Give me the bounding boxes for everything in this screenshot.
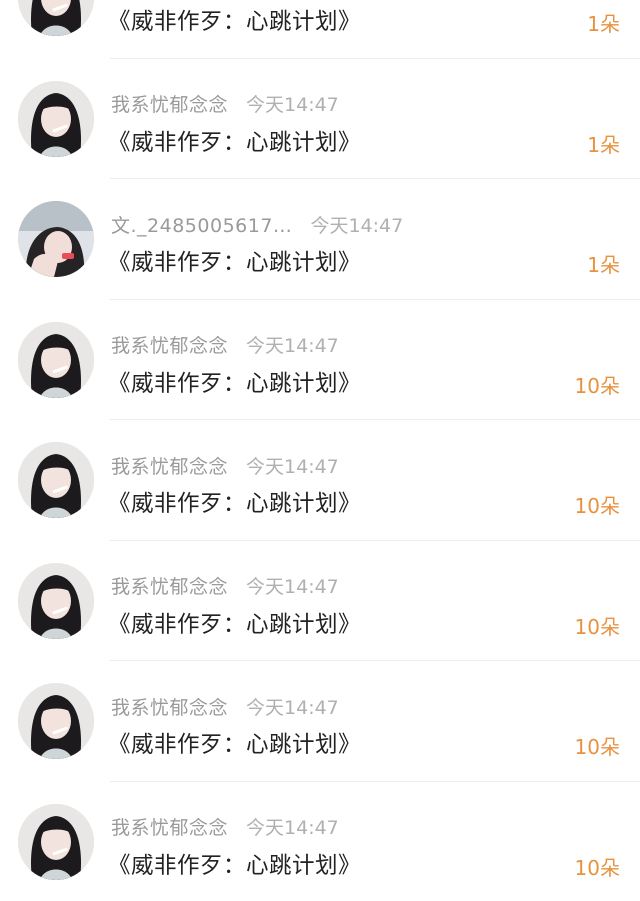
list-item[interactable]: 我系忧郁念念 今天14:47 《威非作歹：心跳计划》 10朵 xyxy=(0,661,640,782)
avatar-image xyxy=(18,201,94,277)
list-item[interactable]: 我系忧郁念念 今天14:47 《威非作歹：心跳计划》 10朵 xyxy=(0,420,640,541)
gift-title: 《威非作歹：心跳计划》 xyxy=(108,9,362,35)
gift-amount: 10朵 xyxy=(574,735,620,759)
avatar-image xyxy=(18,803,94,880)
avatar[interactable] xyxy=(18,562,94,639)
gift-record-list: 《威非作歹：心跳计划》 1朵 我系忧郁念念 今天14:47 《威非作歹：心跳计划… xyxy=(0,0,640,901)
avatar[interactable] xyxy=(18,0,94,36)
meta-line: 我系忧郁念念 今天14:47 xyxy=(111,89,339,119)
gift-amount: 1朵 xyxy=(587,253,620,277)
list-item[interactable]: 《威非作歹：心跳计划》 1朵 xyxy=(0,0,640,59)
avatar-image xyxy=(18,80,94,157)
timestamp: 今天14:47 xyxy=(310,214,404,237)
meta-line: 我系忧郁念念 今天14:47 xyxy=(111,812,339,842)
username[interactable]: 我系忧郁念念 xyxy=(111,572,228,599)
avatar[interactable] xyxy=(18,683,94,759)
username[interactable]: 我系忧郁念念 xyxy=(111,813,228,840)
avatar[interactable] xyxy=(18,803,94,880)
list-item[interactable]: 我系忧郁念念 今天14:47 《威非作歹：心跳计划》 1朵 xyxy=(0,59,640,179)
meta-line: 我系忧郁念念 今天14:47 xyxy=(111,571,339,601)
username[interactable]: 文._2485005617… xyxy=(111,211,292,238)
username[interactable]: 我系忧郁念念 xyxy=(111,452,228,479)
meta-line: 我系忧郁念念 今天14:47 xyxy=(111,330,339,360)
timestamp: 今天14:47 xyxy=(246,94,339,116)
avatar-image xyxy=(18,321,94,398)
timestamp: 今天14:47 xyxy=(246,335,339,357)
gift-title: 《威非作歹：心跳计划》 xyxy=(108,611,362,638)
gift-title: 《威非作歹：心跳计划》 xyxy=(108,129,362,156)
avatar[interactable] xyxy=(18,442,94,518)
username[interactable]: 我系忧郁念念 xyxy=(111,90,228,117)
gift-title: 《威非作歹：心跳计划》 xyxy=(108,250,362,276)
list-item[interactable]: 我系忧郁念念 今天14:47 《威非作歹：心跳计划》 10朵 xyxy=(0,782,640,901)
avatar[interactable] xyxy=(18,321,94,398)
avatar[interactable] xyxy=(18,80,94,157)
list-item[interactable]: 我系忧郁念念 今天14:47 《威非作歹：心跳计划》 10朵 xyxy=(0,300,640,420)
gift-title: 《威非作歹：心跳计划》 xyxy=(108,491,362,517)
gift-amount: 1朵 xyxy=(587,132,620,157)
timestamp: 今天14:47 xyxy=(246,817,339,839)
username[interactable]: 我系忧郁念念 xyxy=(111,331,228,358)
gift-amount: 10朵 xyxy=(574,855,620,880)
timestamp: 今天14:47 xyxy=(246,455,339,478)
list-item[interactable]: 我系忧郁念念 今天14:47 《威非作歹：心跳计划》 10朵 xyxy=(0,541,640,661)
avatar-image xyxy=(18,562,94,639)
meta-line: 我系忧郁念念 今天14:47 xyxy=(111,691,339,721)
timestamp: 今天14:47 xyxy=(246,696,339,719)
username[interactable]: 我系忧郁念念 xyxy=(111,693,228,720)
avatar-image xyxy=(18,442,94,518)
avatar-image xyxy=(18,683,94,759)
gift-amount: 10朵 xyxy=(574,373,620,398)
gift-title: 《威非作歹：心跳计划》 xyxy=(108,370,362,397)
gift-amount: 10朵 xyxy=(574,614,620,639)
avatar[interactable] xyxy=(18,201,94,277)
timestamp: 今天14:47 xyxy=(246,576,339,598)
gift-amount: 10朵 xyxy=(574,494,620,518)
meta-line: 我系忧郁念念 今天14:47 xyxy=(111,450,339,480)
gift-title: 《威非作歹：心跳计划》 xyxy=(108,852,362,879)
meta-line: 文._2485005617… 今天14:47 xyxy=(111,209,403,239)
avatar-image xyxy=(18,0,94,36)
gift-amount: 1朵 xyxy=(587,12,620,36)
gift-title: 《威非作歹：心跳计划》 xyxy=(108,732,362,758)
list-item[interactable]: 文._2485005617… 今天14:47 《威非作歹：心跳计划》 1朵 xyxy=(0,179,640,300)
